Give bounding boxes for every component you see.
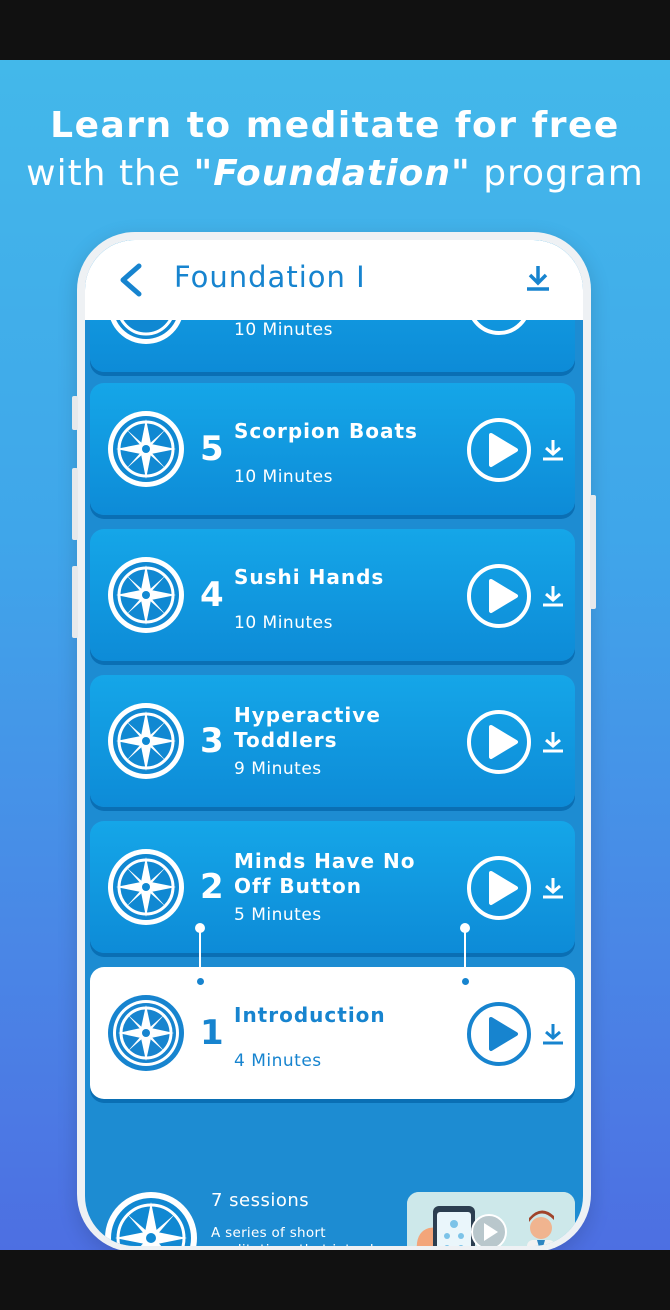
headline-suffix: program: [470, 153, 644, 194]
download-icon[interactable]: [542, 585, 564, 607]
phone-side-button: [590, 495, 596, 609]
session-number: 2: [200, 867, 224, 907]
session-name: Minds Have No Off Button: [234, 849, 416, 898]
program-compass-icon: [105, 1192, 197, 1246]
phone-side-button: [72, 566, 78, 638]
compass-icon: [108, 557, 184, 633]
phone-side-button: [72, 396, 78, 430]
headline-line-2: with the "Foundation" program: [0, 150, 670, 198]
session-card[interactable]: 3 Hyperactive Toddlers 9 Minutes: [90, 675, 575, 807]
compass-icon: [108, 411, 184, 487]
session-number: 3: [200, 721, 224, 761]
sessions-count: 7 sessions: [211, 1190, 310, 1211]
app-bar: Foundation I: [85, 240, 583, 320]
navigation-bar-area: [0, 1250, 670, 1310]
download-icon[interactable]: [525, 264, 551, 292]
play-button[interactable]: [466, 855, 532, 921]
download-icon[interactable]: [542, 731, 564, 753]
play-button[interactable]: [466, 563, 532, 629]
session-duration: 4 Minutes: [234, 1051, 322, 1071]
download-icon[interactable]: [542, 877, 564, 899]
session-name: Introduction: [234, 1003, 386, 1027]
page-title: Foundation I: [174, 260, 366, 294]
connector-dot: [197, 978, 204, 985]
play-button[interactable]: [466, 1001, 532, 1067]
session-card-current[interactable]: 1 Introduction 4 Minutes: [90, 967, 575, 1099]
meditation-illustration: [407, 1192, 575, 1246]
session-duration: 5 Minutes: [234, 905, 322, 925]
session-card[interactable]: 5 Scorpion Boats 10 Minutes: [90, 383, 575, 515]
connector-line: [464, 930, 466, 978]
chevron-left-icon[interactable]: [115, 262, 147, 298]
session-name: Sushi Hands: [234, 565, 385, 589]
session-duration: 10 Minutes: [234, 467, 333, 487]
session-name: Scorpion Boats: [234, 419, 418, 443]
play-button[interactable]: [466, 417, 532, 483]
session-name: Hyperactive Toddlers: [234, 703, 381, 752]
play-button[interactable]: [466, 709, 532, 775]
download-icon[interactable]: [542, 1023, 564, 1045]
download-icon[interactable]: [542, 439, 564, 461]
session-duration: 9 Minutes: [234, 759, 322, 779]
session-duration: 10 Minutes: [234, 320, 333, 340]
headline-program-name: "Foundation": [193, 153, 471, 194]
compass-icon: [108, 849, 184, 925]
compass-icon: [108, 995, 184, 1071]
session-number: 1: [200, 1013, 224, 1053]
connector-dot: [462, 978, 469, 985]
session-duration: 10 Minutes: [234, 613, 333, 633]
connector-line: [199, 930, 201, 978]
session-number: 4: [200, 575, 224, 615]
status-bar-area: [0, 0, 670, 60]
phone-side-button: [72, 468, 78, 540]
program-video-thumbnail[interactable]: [407, 1192, 575, 1246]
promo-headline: Learn to meditate for free with the "Fou…: [0, 102, 670, 198]
compass-icon: [108, 703, 184, 779]
session-number: 5: [200, 429, 224, 469]
headline-prefix: with the: [26, 153, 194, 194]
headline-line-1: Learn to meditate for free: [50, 105, 620, 146]
session-card[interactable]: 2 Minds Have No Off Button 5 Minutes: [90, 821, 575, 953]
session-card[interactable]: 4 Sushi Hands 10 Minutes: [90, 529, 575, 661]
phone-screen: Foundation I 10 Minutes 5 Scorpion Boats…: [85, 240, 583, 1246]
program-description: A series of short meditations that intro…: [211, 1225, 403, 1246]
session-list: 10 Minutes 5 Scorpion Boats 10 Minutes 4…: [85, 240, 583, 1246]
